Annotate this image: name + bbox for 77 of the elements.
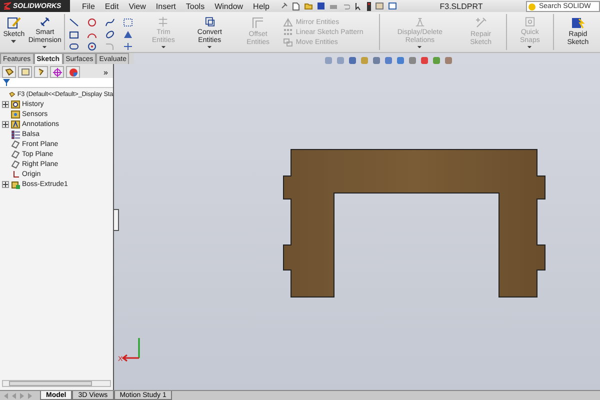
plus-icon [3, 182, 8, 186]
color-ball-icon [68, 68, 78, 76]
undo-icon [342, 2, 350, 10]
caret-icon [160, 46, 166, 48]
clock-folder-icon [11, 100, 20, 108]
property-tab[interactable] [18, 66, 32, 78]
pointer-icon [354, 2, 362, 10]
part-icon [9, 90, 16, 98]
point-icon [122, 42, 133, 50]
repair-icon [474, 16, 488, 30]
snap-icon [522, 16, 537, 28]
fillet-icon [104, 42, 115, 50]
last-icon [27, 392, 33, 398]
property-icon [20, 68, 30, 76]
menu-item[interactable]: Window [214, 2, 244, 10]
extrude-icon [11, 180, 20, 188]
menu-item[interactable]: View [128, 2, 146, 10]
print-icon [328, 2, 338, 10]
traffic-light-icon [366, 2, 370, 10]
expand-arrows[interactable]: » [104, 68, 111, 76]
slot-icon [68, 42, 79, 50]
expand-icon[interactable] [2, 180, 9, 188]
options-icon [374, 2, 384, 10]
menu-item[interactable]: Help [253, 2, 270, 10]
plus-icon [3, 102, 8, 106]
point-circle-icon [86, 42, 97, 50]
ellipse-icon [104, 30, 115, 38]
origin-icon [11, 170, 20, 178]
caret-icon [42, 46, 48, 48]
first-icon [3, 392, 9, 398]
circle-icon [86, 18, 97, 26]
menu-item[interactable]: Insert [156, 2, 176, 10]
save-icon [316, 2, 324, 10]
plus-icon [3, 122, 8, 126]
horizontal-scrollbar[interactable] [2, 380, 111, 387]
mirror-icon [282, 18, 293, 26]
axis-triad-icon [122, 338, 140, 362]
caret-icon [207, 46, 212, 48]
dimension-icon [38, 16, 52, 28]
splitter-handle[interactable] [114, 209, 119, 231]
caret-icon [11, 40, 16, 43]
feature-tree-tab[interactable] [2, 66, 16, 78]
pencil-sketch-icon [6, 16, 21, 30]
dimxpert-tab[interactable] [50, 66, 64, 78]
move-icon [282, 38, 293, 46]
new-document-icon [292, 2, 300, 10]
open-folder-icon [304, 2, 312, 10]
appearance-tab[interactable] [66, 66, 80, 78]
caret-icon [417, 46, 422, 48]
list-icon [388, 2, 396, 10]
triangle-icon [122, 30, 133, 38]
pin-icon [280, 2, 288, 10]
material-icon [11, 130, 20, 138]
configuration-tab[interactable] [34, 66, 48, 78]
expand-icon[interactable] [2, 100, 9, 108]
previous-icon [11, 392, 17, 398]
rapid-sketch-icon [570, 16, 585, 30]
sensor-folder-icon [11, 110, 20, 118]
offset-icon [251, 16, 266, 30]
annotation-folder-icon [11, 120, 20, 128]
document-title: F3.SLDPRT [438, 2, 484, 10]
grid-pattern-icon [282, 28, 293, 36]
configuration-icon [36, 68, 46, 76]
crosshair-icon [52, 68, 62, 76]
caret-icon [527, 46, 532, 48]
part-icon [4, 68, 14, 76]
rectangle-icon [68, 30, 79, 38]
convert-icon [202, 16, 217, 28]
line-icon [68, 18, 79, 26]
spline-icon [104, 18, 115, 26]
logo-mark-icon [3, 2, 11, 10]
menu-item[interactable]: File [82, 2, 95, 10]
dotted-box-icon [122, 18, 133, 26]
menu-item[interactable]: Tools [186, 2, 205, 10]
menu-item[interactable]: Edit [104, 2, 119, 10]
next-icon [19, 392, 25, 398]
expand-icon[interactable] [2, 120, 9, 128]
